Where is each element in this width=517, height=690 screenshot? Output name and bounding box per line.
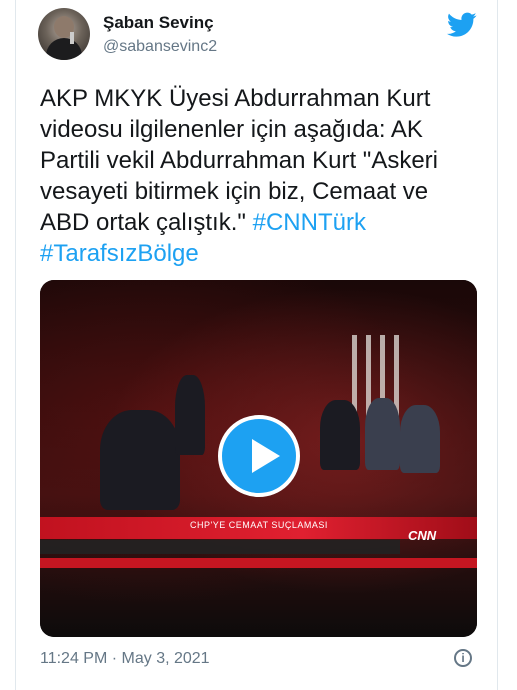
twitter-bird-icon[interactable] <box>447 12 477 38</box>
tweet-body: AKP MKYK Üyesi Abdurrahman Kurt videosu … <box>40 85 439 236</box>
lower-third-text: CHP'YE CEMAAT SUÇLAMASI <box>190 520 328 530</box>
avatar-mic <box>70 32 74 44</box>
news-sub-bar <box>40 540 400 554</box>
hashtag-tarafsizbolge[interactable]: #TarafsızBölge <box>40 240 199 267</box>
play-icon[interactable] <box>218 415 300 497</box>
panelist-figure <box>365 398 400 470</box>
channel-logo: CNN <box>408 528 437 543</box>
author-name[interactable]: Şaban Sevinç <box>103 13 214 33</box>
panelist-figure <box>100 410 180 510</box>
panelist-figure <box>175 375 205 455</box>
avatar[interactable] <box>38 8 90 60</box>
panelist-figure <box>400 405 440 473</box>
news-ticker <box>40 558 477 568</box>
author-handle[interactable]: @sabansevinc2 <box>103 38 217 56</box>
tweet-text: AKP MKYK Üyesi Abdurrahman Kurt videosu … <box>40 83 480 269</box>
hashtag-cnnturk[interactable]: #CNNTürk <box>253 209 366 236</box>
tweet-timestamp[interactable]: 11:24 PM · May 3, 2021 <box>40 650 210 668</box>
info-icon[interactable]: i <box>454 649 472 667</box>
avatar-body <box>46 38 82 60</box>
panelist-figure <box>320 400 360 470</box>
